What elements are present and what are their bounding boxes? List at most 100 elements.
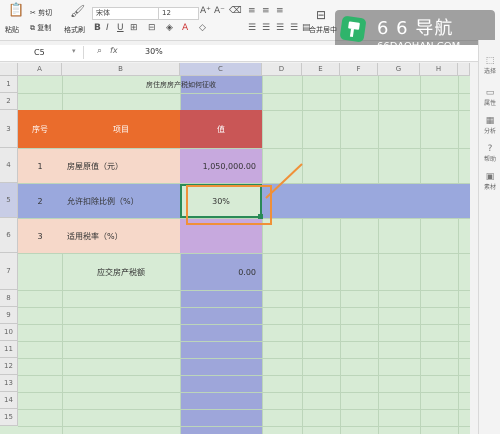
align-right-icon[interactable]: ☰ bbox=[276, 23, 284, 33]
justify-icon[interactable]: ☰ bbox=[290, 23, 298, 33]
cut-label: 剪切 bbox=[38, 9, 53, 17]
align-top-icon[interactable]: ≡ bbox=[248, 6, 256, 16]
column-header-a[interactable]: A bbox=[18, 63, 62, 76]
row-header-10[interactable]: 10 bbox=[0, 324, 18, 341]
row-header-9[interactable]: 9 bbox=[0, 307, 18, 324]
panel-help-label: 帮助 bbox=[483, 156, 496, 163]
increase-font-icon[interactable]: A⁺ bbox=[200, 6, 211, 16]
row-header-14[interactable]: 14 bbox=[0, 392, 18, 409]
paste-icon[interactable]: 📋 bbox=[8, 3, 24, 18]
help-icon: ? bbox=[487, 144, 493, 154]
align-middle-icon[interactable]: ≡ bbox=[262, 6, 270, 16]
decrease-font-icon[interactable]: A⁻ bbox=[214, 6, 225, 16]
panel-select-button[interactable]: ⬚ 选择 bbox=[479, 56, 500, 75]
font-size-value: 12 bbox=[162, 9, 171, 17]
header-seq-cell[interactable]: 序号 bbox=[18, 110, 62, 148]
paste-button[interactable]: 粘贴 bbox=[5, 25, 19, 35]
italic-icon[interactable]: I bbox=[106, 23, 109, 33]
column-header-e[interactable]: E bbox=[302, 63, 340, 76]
watermark-logo-icon bbox=[339, 15, 367, 43]
row-header-5[interactable]: 5 bbox=[0, 183, 18, 218]
cursor-icon: ⬚ bbox=[485, 56, 495, 66]
row-header-12[interactable]: 12 bbox=[0, 358, 18, 375]
cell-c7[interactable]: 0.00 bbox=[180, 254, 262, 290]
column-header-d[interactable]: D bbox=[262, 63, 302, 76]
cell-b4[interactable]: 房屋原值（元） bbox=[62, 149, 180, 183]
cell-c4[interactable]: 1,050,000.00 bbox=[180, 149, 262, 183]
column-header-h[interactable]: H bbox=[420, 63, 458, 76]
spreadsheet-grid: A B C D E F G H 1 2 3 4 5 6 7 8 9 10 11 … bbox=[0, 63, 470, 434]
font-size-select[interactable]: 12 bbox=[158, 7, 199, 20]
column-header-f[interactable]: F bbox=[340, 63, 378, 76]
cell-a6[interactable]: 3 bbox=[18, 219, 62, 253]
cell-reference: C5 bbox=[34, 48, 45, 57]
row-header-15[interactable]: 15 bbox=[0, 409, 18, 426]
properties-icon: ▭ bbox=[485, 88, 495, 98]
row-header-8[interactable]: 8 bbox=[0, 290, 18, 307]
formula-input[interactable]: 30% bbox=[145, 47, 163, 56]
panel-help-button[interactable]: ? 帮助 bbox=[479, 144, 500, 163]
analysis-icon: ▦ bbox=[485, 116, 495, 126]
annotation-box bbox=[186, 185, 272, 225]
column-header-more[interactable] bbox=[458, 63, 470, 76]
font-name-value: 宋体 bbox=[96, 9, 110, 17]
assets-icon: ▣ bbox=[485, 172, 495, 182]
cell-b7[interactable]: 应交房产税额 bbox=[62, 254, 180, 290]
row-header-3[interactable]: 3 bbox=[0, 110, 18, 148]
column-header-g[interactable]: G bbox=[378, 63, 420, 76]
copy-icon: ⧉ bbox=[30, 24, 35, 32]
cut-icon: ✂ bbox=[30, 9, 36, 17]
merge-cells-icon[interactable]: ⊟ bbox=[148, 23, 156, 33]
panel-assets-label: 素材 bbox=[483, 184, 496, 191]
panel-analysis-button[interactable]: ▦ 分析 bbox=[479, 116, 500, 135]
row-header-11[interactable]: 11 bbox=[0, 341, 18, 358]
header-item-cell[interactable]: 项目 bbox=[62, 110, 180, 148]
column-header-b[interactable]: B bbox=[62, 63, 180, 76]
header-value-cell[interactable]: 值 bbox=[180, 110, 262, 148]
select-all-corner[interactable] bbox=[0, 63, 18, 76]
cell-b6[interactable]: 适用税率（%） bbox=[62, 219, 180, 253]
sheet-title-text: 房住房房产税如何征收 bbox=[146, 80, 216, 89]
watermark-title: 6 6 导航 bbox=[377, 18, 454, 39]
copy-label: 复制 bbox=[37, 24, 52, 32]
panel-properties-label: 属性 bbox=[483, 100, 496, 107]
format-painter-button[interactable]: 格式刷 bbox=[64, 25, 85, 35]
align-center-icon[interactable]: ☰ bbox=[262, 23, 270, 33]
zoom-icon[interactable]: ⌕ bbox=[97, 46, 102, 56]
border-icon[interactable]: ⊞ bbox=[130, 23, 138, 33]
name-box-dropdown-icon[interactable]: ▾ bbox=[72, 47, 76, 55]
bold-icon[interactable]: B bbox=[94, 23, 101, 33]
cell-a5[interactable]: 2 bbox=[18, 184, 62, 218]
right-side-panel: ⬚ 选择 ▭ 属性 ▦ 分析 ? 帮助 ▣ 素材 bbox=[478, 40, 500, 434]
annotation-arrow bbox=[265, 163, 303, 199]
merge-center-button[interactable]: 合并居中 bbox=[309, 25, 337, 35]
row-header-2[interactable]: 2 bbox=[0, 93, 18, 110]
row-header-13[interactable]: 13 bbox=[0, 375, 18, 392]
font-name-select[interactable]: 宋体 bbox=[92, 7, 159, 20]
clear-format-icon[interactable]: ⌫ bbox=[229, 6, 242, 16]
eraser-icon[interactable]: ◇ bbox=[199, 23, 206, 33]
row-header-1[interactable]: 1 bbox=[0, 76, 18, 93]
row-header-6[interactable]: 6 bbox=[0, 218, 18, 253]
copy-button[interactable]: ⧉ 复制 bbox=[30, 23, 51, 33]
panel-assets-button[interactable]: ▣ 素材 bbox=[479, 172, 500, 191]
panel-analysis-label: 分析 bbox=[483, 128, 496, 135]
sheet-title: 房住房房产税如何征收 bbox=[62, 76, 216, 93]
cut-button[interactable]: ✂ 剪切 bbox=[30, 8, 52, 18]
format-painter-icon[interactable]: 🖌 bbox=[70, 4, 85, 18]
row-header-4[interactable]: 4 bbox=[0, 148, 18, 183]
cell-b5[interactable]: 允许扣除比例（%） bbox=[62, 184, 180, 218]
fill-color-icon[interactable]: ◈ bbox=[166, 23, 173, 33]
function-icon[interactable]: fx bbox=[110, 46, 118, 55]
underline-icon[interactable]: U bbox=[117, 23, 124, 33]
formula-bar: C5 ▾ ⌕ fx 30% bbox=[0, 45, 478, 62]
align-left-icon[interactable]: ☰ bbox=[248, 23, 256, 33]
panel-properties-button[interactable]: ▭ 属性 bbox=[479, 88, 500, 107]
column-header-c[interactable]: C bbox=[180, 63, 262, 76]
merge-center-icon[interactable]: ⊟ bbox=[316, 8, 326, 22]
align-bottom-icon[interactable]: ≡ bbox=[276, 6, 284, 16]
cell-a4[interactable]: 1 bbox=[18, 149, 62, 183]
font-color-icon[interactable]: A bbox=[182, 23, 188, 33]
row-header-7[interactable]: 7 bbox=[0, 253, 18, 290]
panel-select-label: 选择 bbox=[483, 68, 496, 75]
